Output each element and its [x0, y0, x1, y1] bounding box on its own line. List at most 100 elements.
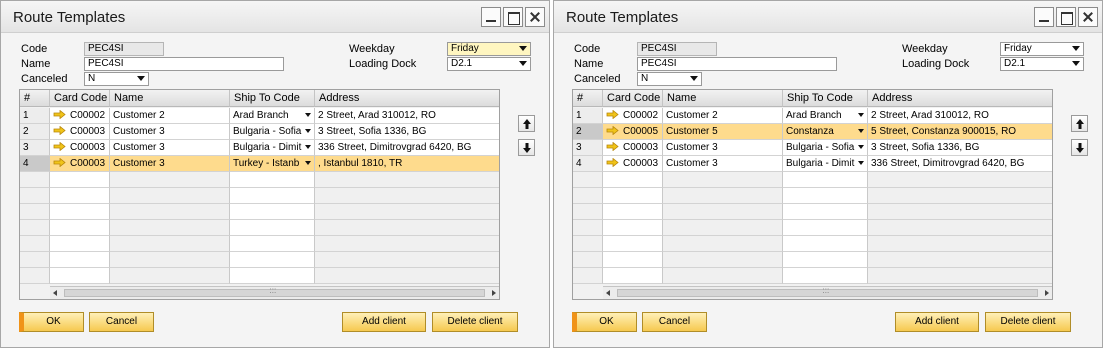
address-cell[interactable]: 3 Street, Sofia 1336, BG — [868, 140, 1052, 156]
name-cell[interactable]: Customer 5 — [663, 124, 783, 140]
chevron-down-icon[interactable] — [305, 161, 311, 165]
maximize-icon[interactable] — [1056, 7, 1076, 27]
empty-cell[interactable] — [868, 188, 1052, 204]
link-arrow-icon[interactable] — [53, 110, 66, 119]
empty-cell[interactable] — [230, 172, 315, 188]
row-number-cell[interactable]: 3 — [20, 140, 50, 156]
cancel-button[interactable]: Cancel — [642, 312, 707, 332]
empty-cell[interactable] — [868, 220, 1052, 236]
row-number-cell[interactable]: 2 — [573, 124, 603, 140]
empty-cell[interactable] — [663, 188, 783, 204]
empty-cell[interactable] — [663, 236, 783, 252]
empty-cell[interactable] — [603, 236, 663, 252]
row-number-cell[interactable]: 2 — [20, 124, 50, 140]
empty-cell[interactable] — [50, 236, 110, 252]
chevron-down-icon[interactable] — [305, 113, 311, 117]
empty-cell[interactable] — [603, 220, 663, 236]
empty-cell[interactable] — [110, 172, 230, 188]
horizontal-scrollbar[interactable] — [603, 286, 1052, 299]
ship-to-code-cell[interactable]: Bulgaria - Sofia — [783, 140, 868, 156]
chevron-down-icon[interactable] — [858, 161, 864, 165]
empty-cell[interactable] — [50, 220, 110, 236]
empty-cell[interactable] — [573, 252, 603, 268]
empty-cell[interactable] — [663, 268, 783, 284]
empty-cell[interactable] — [663, 172, 783, 188]
empty-cell[interactable] — [110, 220, 230, 236]
empty-cell[interactable] — [110, 236, 230, 252]
name-cell[interactable]: Customer 3 — [110, 156, 230, 172]
address-cell[interactable]: 336 Street, Dimitrovgrad 6420, BG — [868, 156, 1052, 172]
ship-to-code-cell[interactable]: Arad Branch — [230, 108, 315, 124]
empty-cell[interactable] — [20, 204, 50, 220]
empty-cell[interactable] — [315, 172, 499, 188]
ship-to-code-cell[interactable]: Bulgaria - Dimit — [230, 140, 315, 156]
loading-dock-select[interactable]: D2.1 — [1000, 57, 1084, 71]
empty-cell[interactable] — [783, 188, 868, 204]
empty-cell[interactable] — [315, 268, 499, 284]
card-code-cell[interactable]: C00005 — [603, 124, 663, 140]
column-header-address[interactable]: Address — [315, 90, 499, 107]
weekday-select[interactable]: Friday — [1000, 42, 1084, 56]
empty-cell[interactable] — [315, 220, 499, 236]
empty-cell[interactable] — [573, 172, 603, 188]
row-number-cell[interactable]: 4 — [20, 156, 50, 172]
address-cell[interactable]: 2 Street, Arad 310012, RO — [868, 108, 1052, 124]
empty-cell[interactable] — [50, 268, 110, 284]
empty-cell[interactable] — [868, 252, 1052, 268]
card-code-cell[interactable]: C00003 — [603, 140, 663, 156]
name-cell[interactable]: Customer 3 — [663, 156, 783, 172]
empty-cell[interactable] — [110, 204, 230, 220]
column-header-card-code[interactable]: Card Code — [603, 90, 663, 107]
empty-cell[interactable] — [783, 252, 868, 268]
card-code-cell[interactable]: C00002 — [603, 108, 663, 124]
empty-cell[interactable] — [663, 252, 783, 268]
empty-cell[interactable] — [603, 172, 663, 188]
move-down-button[interactable] — [1071, 139, 1088, 156]
scroll-thumb[interactable] — [617, 286, 1038, 297]
card-code-cell[interactable]: C00003 — [603, 156, 663, 172]
empty-cell[interactable] — [783, 220, 868, 236]
empty-cell[interactable] — [783, 236, 868, 252]
name-cell[interactable]: Customer 3 — [663, 140, 783, 156]
ok-button[interactable]: OK — [19, 312, 84, 332]
chevron-down-icon[interactable] — [305, 129, 311, 133]
empty-cell[interactable] — [603, 252, 663, 268]
empty-cell[interactable] — [868, 204, 1052, 220]
empty-cell[interactable] — [20, 252, 50, 268]
card-code-cell[interactable]: C00003 — [50, 124, 110, 140]
delete-client-button[interactable]: Delete client — [985, 312, 1071, 332]
address-cell[interactable]: 2 Street, Arad 310012, RO — [315, 108, 499, 124]
code-field[interactable]: PEC4SI — [84, 42, 164, 56]
card-code-cell[interactable]: C00003 — [50, 140, 110, 156]
close-icon[interactable] — [1078, 7, 1098, 27]
minimize-icon[interactable] — [481, 7, 501, 27]
empty-cell[interactable] — [663, 220, 783, 236]
ship-to-code-cell[interactable]: Bulgaria - Sofia — [230, 124, 315, 140]
address-cell[interactable]: 336 Street, Dimitrovgrad 6420, BG — [315, 140, 499, 156]
ok-button[interactable]: OK — [572, 312, 637, 332]
empty-cell[interactable] — [868, 268, 1052, 284]
empty-cell[interactable] — [20, 268, 50, 284]
scroll-thumb[interactable] — [64, 286, 485, 297]
empty-cell[interactable] — [110, 188, 230, 204]
name-cell[interactable]: Customer 3 — [110, 124, 230, 140]
canceled-select[interactable]: N — [637, 72, 702, 86]
column-header-card-code[interactable]: Card Code — [50, 90, 110, 107]
column-header-name[interactable]: Name — [110, 90, 230, 107]
empty-cell[interactable] — [315, 236, 499, 252]
ship-to-code-cell[interactable]: Arad Branch — [783, 108, 868, 124]
empty-cell[interactable] — [50, 252, 110, 268]
scroll-left-icon[interactable] — [53, 290, 57, 296]
column-header-number[interactable]: # — [573, 90, 603, 107]
empty-cell[interactable] — [230, 268, 315, 284]
link-arrow-icon[interactable] — [53, 126, 66, 135]
empty-cell[interactable] — [315, 252, 499, 268]
name-cell[interactable]: Customer 2 — [663, 108, 783, 124]
row-number-cell[interactable]: 1 — [573, 108, 603, 124]
empty-cell[interactable] — [50, 188, 110, 204]
scroll-left-icon[interactable] — [606, 290, 610, 296]
move-up-button[interactable] — [1071, 115, 1088, 132]
empty-cell[interactable] — [50, 204, 110, 220]
chevron-down-icon[interactable] — [858, 129, 864, 133]
card-code-cell[interactable]: C00003 — [50, 156, 110, 172]
